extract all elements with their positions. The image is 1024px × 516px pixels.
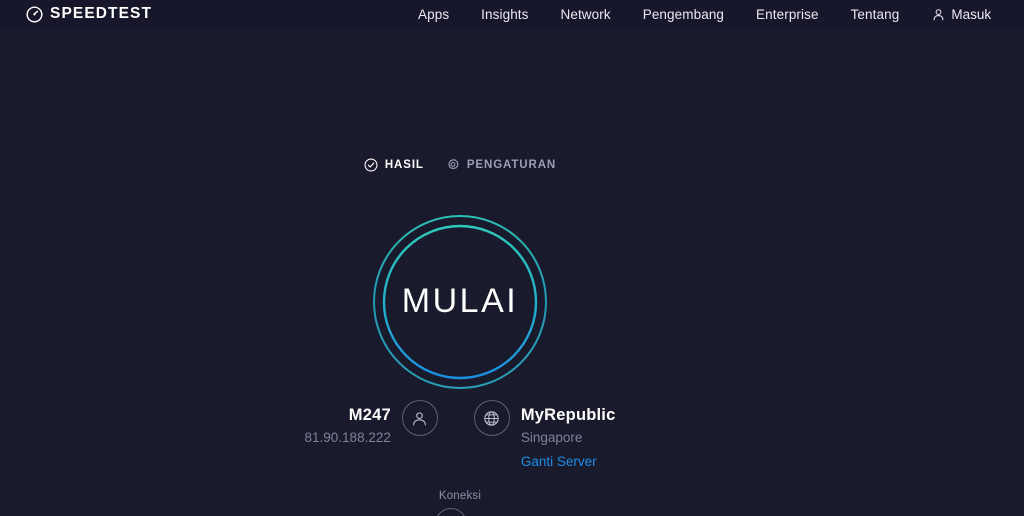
server-text: M247 81.90.188.222 [305, 400, 402, 448]
server-info[interactable]: M247 81.90.188.222 [305, 400, 438, 448]
connection-options: Multi Tunggal [389, 508, 531, 516]
server-name: M247 [348, 406, 391, 424]
nav-item-tentang[interactable]: Tentang [835, 7, 916, 22]
nav-item-pengembang[interactable]: Pengembang [627, 7, 740, 22]
go-button-label: MULAI [401, 281, 519, 320]
main-navigation: Apps Insights Network Pengembang Enterpr… [418, 0, 991, 28]
tab-hasil[interactable]: HASIL [364, 158, 424, 172]
isp-name: MyRepublic [520, 406, 616, 424]
nav-item-network[interactable]: Network [545, 7, 627, 22]
tab-pengaturan-label: PENGATURAN [466, 159, 557, 171]
nav-item-insights[interactable]: Insights [465, 7, 544, 22]
person-icon [932, 8, 945, 21]
change-server-link[interactable]: Ganti Server [521, 452, 616, 472]
top-header: SPEEDTEST Apps Insights Network Pengemba… [0, 0, 1024, 28]
start-test-button[interactable]: MULAI [372, 214, 548, 390]
nav-item-apps[interactable]: Apps [418, 7, 465, 22]
connection-info: M247 81.90.188.222 MyRepublic Singapore … [0, 400, 920, 472]
speedtest-logo[interactable]: SPEEDTEST [26, 5, 152, 23]
view-tabs: HASIL PENGATURAN [0, 158, 920, 172]
connection-selector: Koneksi Multi [0, 490, 920, 516]
brand-name: SPEEDTEST [50, 5, 153, 22]
nav-item-enterprise[interactable]: Enterprise [740, 7, 835, 22]
server-person-icon [401, 400, 438, 436]
globe-icon [473, 400, 510, 436]
check-circle-icon [364, 158, 378, 172]
go-button-area: MULAI [0, 214, 920, 390]
tab-pengaturan[interactable]: PENGATURAN [446, 158, 556, 172]
isp-info[interactable]: MyRepublic Singapore Ganti Server [473, 400, 616, 472]
sign-in-label: Masuk [951, 6, 992, 22]
connection-label: Koneksi [438, 490, 482, 502]
connection-toggle-button[interactable] [434, 508, 467, 516]
server-ip: 81.90.188.222 [304, 430, 391, 445]
multi-connection-icon [442, 513, 460, 516]
speedometer-icon [26, 5, 43, 23]
isp-location: Singapore [520, 430, 583, 445]
main-content: HASIL PENGATURAN MULAI M247 81.90.188.22… [0, 28, 1024, 516]
sign-in-button[interactable]: Masuk [915, 7, 991, 22]
gear-icon [446, 158, 460, 172]
isp-text: MyRepublic Singapore Ganti Server [510, 400, 616, 472]
tab-hasil-label: HASIL [384, 159, 424, 171]
